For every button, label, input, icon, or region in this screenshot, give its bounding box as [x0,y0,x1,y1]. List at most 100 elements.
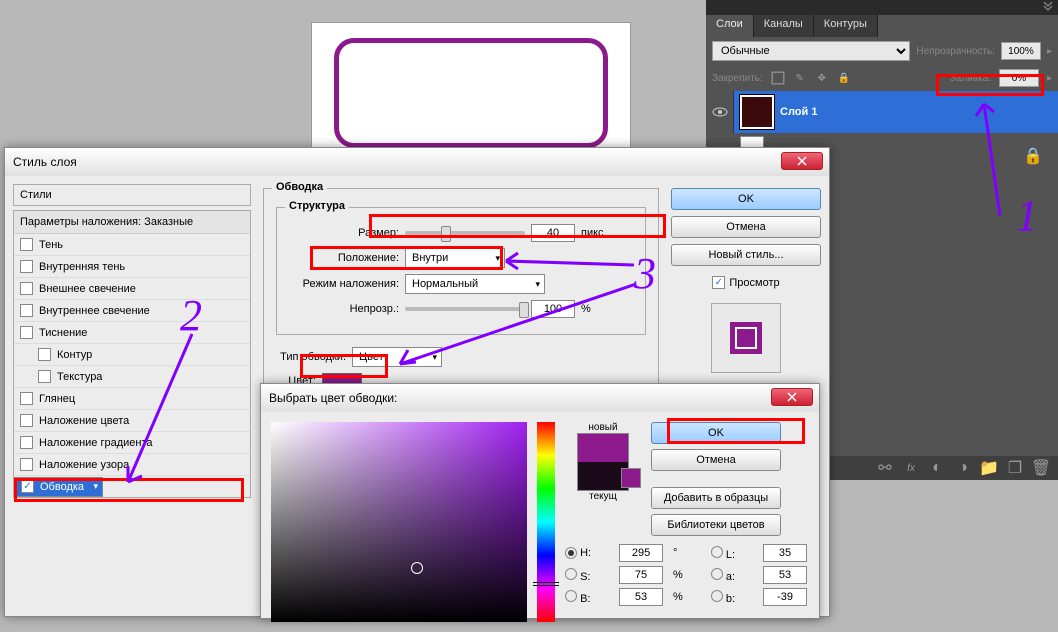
lab-b-input[interactable] [763,588,807,606]
preview-thumbnail [711,303,781,373]
layer-thumbnail [740,95,774,129]
style-item-texture[interactable]: Текстура [14,366,250,388]
checkbox[interactable] [38,348,51,361]
style-item-inner-glow[interactable]: Внутреннее свечение [14,300,250,322]
trash-icon[interactable]: 🗑 [1032,459,1050,477]
style-item-shadow[interactable]: Тень [14,234,250,256]
structure-group: Структура Размер: пикс. Положение: Внутр… [276,207,646,335]
layer-row-1[interactable]: Слой 1 [706,91,1058,133]
radio-b[interactable] [565,590,577,602]
link-icon[interactable]: ⚯ [876,459,894,477]
new-layer-icon[interactable]: ❐ [1006,459,1024,477]
cp-ok-button[interactable]: OK [651,422,781,444]
style-item-grad-overlay[interactable]: Наложение градиента [14,432,250,454]
checkbox[interactable] [20,282,33,295]
radio-a[interactable] [711,568,723,580]
opacity-value[interactable] [1001,42,1041,60]
radio-h[interactable] [565,547,577,559]
bg-lock-icon: 🔒 [1018,145,1048,167]
size-unit: пикс. [581,227,607,239]
tab-layers[interactable]: Слои [706,15,754,37]
checkbox[interactable] [20,392,33,405]
checkbox[interactable] [21,480,34,493]
color-cursor-icon [411,562,423,574]
preview-checkbox[interactable] [712,276,725,289]
opacity-slider[interactable] [405,307,525,311]
checkbox[interactable] [20,260,33,273]
close-button[interactable] [781,152,823,170]
style-item-pattern-overlay[interactable]: Наложение узора [14,454,250,476]
new-color-label: новый [588,422,617,433]
checkbox[interactable] [20,326,33,339]
style-item-inner-shadow[interactable]: Внутренняя тень [14,256,250,278]
cancel-button[interactable]: Отмена [671,216,821,238]
stroke-frame-shape [334,38,608,148]
dialog-titlebar[interactable]: Стиль слоя [5,148,829,176]
checkbox[interactable] [20,414,33,427]
cp-title: Выбрать цвет обводки: [269,391,397,405]
lock-all-icon[interactable]: 🔒 [837,71,851,85]
radio-s[interactable] [565,568,577,580]
tab-paths[interactable]: Контуры [814,15,878,37]
blendmode-label: Режим наложения: [289,278,399,290]
checkbox[interactable] [20,436,33,449]
folder-icon[interactable]: 📁 [980,459,998,477]
position-label: Положение: [289,252,399,264]
cp-titlebar[interactable]: Выбрать цвет обводки: [261,384,819,412]
dialog-title: Стиль слоя [13,155,77,169]
checkbox[interactable] [20,238,33,251]
color-libs-button[interactable]: Библиотеки цветов [651,514,781,536]
l-input[interactable] [763,544,807,562]
websafe-swatch[interactable] [621,468,641,488]
color-picker-dialog: Выбрать цвет обводки: новый текущ [260,383,820,619]
position-select[interactable]: Внутри [405,248,505,268]
checkbox[interactable] [20,458,33,471]
blend-options-header[interactable]: Параметры наложения: Заказные [14,211,250,234]
ok-button[interactable]: OK [671,188,821,210]
add-swatch-button[interactable]: Добавить в образцы [651,487,781,509]
layer-name[interactable]: Слой 1 [780,106,817,118]
cp-close-button[interactable] [771,388,813,406]
style-item-stroke[interactable]: Обводка [14,477,103,497]
blend-mode-select[interactable]: Обычные [712,41,910,61]
current-color-label: текущ [589,491,617,502]
size-input[interactable] [531,224,575,242]
style-item-satin[interactable]: Глянец [14,388,250,410]
adjust-icon[interactable]: ◑ [954,459,972,477]
fill-value[interactable] [999,69,1039,87]
hue-slider[interactable] [537,422,555,622]
cp-cancel-button[interactable]: Отмена [651,449,781,471]
style-item-contour[interactable]: Контур [14,344,250,366]
new-style-button[interactable]: Новый стиль... [671,244,821,266]
blendmode-select[interactable]: Нормальный [405,274,545,294]
s-input[interactable] [619,566,663,584]
fill-arrow-icon[interactable]: ▸ [1047,73,1052,84]
checkbox[interactable] [38,370,51,383]
style-item-color-overlay[interactable]: Наложение цвета [14,410,250,432]
filltype-select[interactable]: Цвет [352,347,442,367]
tab-channels[interactable]: Каналы [754,15,814,37]
color-field[interactable] [271,422,527,622]
a-input[interactable] [763,566,807,584]
styles-heading[interactable]: Стили [13,184,251,206]
fx-icon[interactable]: fx [902,459,920,477]
mask-icon[interactable]: ◐ [928,459,946,477]
lock-move-icon[interactable]: ✥ [815,71,829,85]
b-input[interactable] [619,588,663,606]
checkbox[interactable] [20,304,33,317]
lock-transparent-icon[interactable] [771,71,785,85]
radio-lab-b[interactable] [711,590,723,602]
radio-l[interactable] [711,546,723,558]
styles-list: Параметры наложения: Заказные Тень Внутр… [13,210,251,498]
opacity-arrow-icon[interactable]: ▸ [1047,46,1052,57]
lock-brush-icon[interactable]: ✎ [793,71,807,85]
opacity-input[interactable] [531,300,575,318]
size-slider[interactable] [405,231,525,235]
h-input[interactable] [619,544,663,562]
structure-legend: Структура [285,200,349,212]
collapse-icon[interactable] [1042,0,1054,17]
opacity-label: Непрозр.: [289,303,399,315]
layer-visibility-icon[interactable] [706,91,734,133]
style-item-bevel[interactable]: Тиснение [14,322,250,344]
style-item-outer-glow[interactable]: Внешнее свечение [14,278,250,300]
